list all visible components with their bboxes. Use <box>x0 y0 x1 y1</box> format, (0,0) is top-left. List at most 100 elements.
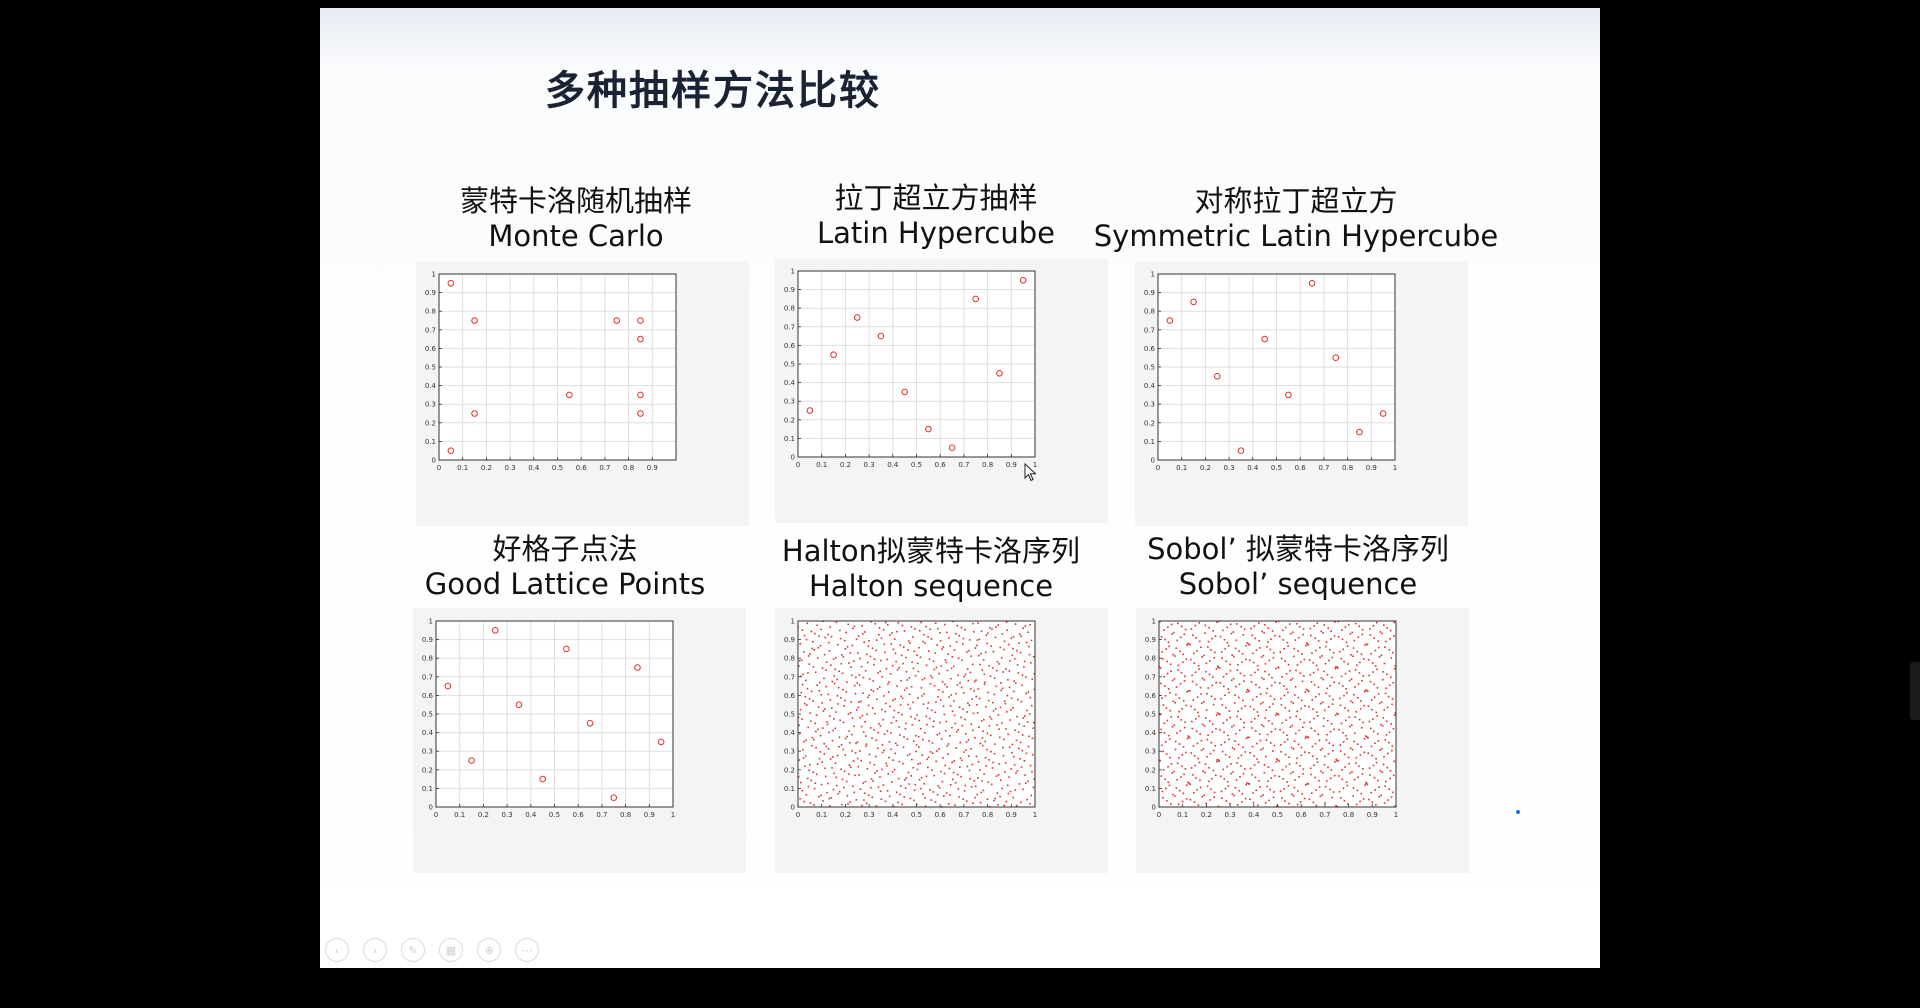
data-point <box>1281 797 1283 799</box>
data-point <box>1321 655 1323 657</box>
prev-slide-button[interactable]: ‹ <box>325 938 349 962</box>
data-point <box>960 775 962 778</box>
data-point <box>1225 660 1227 663</box>
data-point <box>1202 770 1204 772</box>
data-point <box>907 649 909 651</box>
data-point <box>999 646 1002 649</box>
data-point <box>1388 741 1390 744</box>
y-tick-label: 0.7 <box>784 673 795 681</box>
data-point <box>980 720 983 722</box>
data-point <box>805 793 808 796</box>
data-point <box>1023 760 1026 762</box>
data-point <box>841 654 843 656</box>
data-point <box>1241 653 1244 655</box>
data-point <box>1310 727 1313 729</box>
data-point <box>968 755 970 758</box>
data-point <box>884 651 886 654</box>
data-point <box>1270 684 1273 687</box>
data-point <box>911 636 914 638</box>
data-point <box>892 759 894 762</box>
all-slides-button[interactable]: ▦ <box>439 938 463 962</box>
data-point <box>1342 731 1344 734</box>
data-point <box>928 658 931 661</box>
data-point <box>823 677 825 680</box>
data-point <box>928 717 931 720</box>
data-point <box>1176 639 1179 642</box>
data-point <box>857 765 860 768</box>
data-point <box>842 688 844 691</box>
data-point <box>936 644 938 646</box>
y-tick-label: 0.3 <box>784 398 795 406</box>
next-slide-button[interactable]: › <box>363 938 387 962</box>
data-point <box>1341 638 1344 641</box>
x-tick-label: 0.2 <box>1201 811 1212 819</box>
data-point <box>1183 726 1186 729</box>
data-point <box>931 752 934 754</box>
data-point <box>851 733 853 736</box>
data-point <box>1357 697 1359 699</box>
data-point <box>1198 640 1201 643</box>
plot-canvas: 0 0.1 0.2 0.3 0.4 0.5 0.6 0.7 0.8 0.9 100.10.20.30… <box>1145 618 1398 820</box>
data-point <box>891 664 894 667</box>
data-point <box>905 656 907 659</box>
data-point <box>1336 666 1339 668</box>
data-point <box>814 632 816 635</box>
data-point <box>1190 628 1193 630</box>
data-point <box>846 735 848 738</box>
pen-button[interactable]: ✎ <box>401 938 425 962</box>
data-point <box>1270 638 1272 640</box>
data-point <box>1345 781 1348 783</box>
data-point <box>1210 649 1212 651</box>
data-point <box>877 633 880 636</box>
data-point <box>1338 728 1340 731</box>
data-point <box>1330 630 1332 632</box>
data-point <box>877 786 880 788</box>
panel-title-en: Latin Hypercube <box>816 216 1056 250</box>
data-point <box>1178 743 1181 745</box>
data-point <box>1302 773 1304 775</box>
side-panel-handle[interactable] <box>1910 662 1920 720</box>
data-point <box>1174 748 1177 751</box>
zoom-button[interactable]: ⊕ <box>477 938 501 962</box>
data-point <box>1163 629 1165 631</box>
data-point <box>838 670 840 673</box>
data-point <box>1377 640 1379 642</box>
data-point <box>1020 801 1022 804</box>
data-point <box>947 653 950 655</box>
data-point <box>984 651 987 654</box>
data-point <box>865 735 867 737</box>
data-point <box>1383 802 1386 804</box>
data-point <box>1163 732 1166 734</box>
data-point <box>1381 771 1384 774</box>
data-point <box>1208 626 1211 629</box>
data-point <box>1014 729 1016 732</box>
data-point <box>989 627 991 629</box>
data-point <box>880 798 883 801</box>
data-point <box>1344 707 1346 709</box>
data-point <box>954 804 956 807</box>
data-point <box>1024 625 1027 627</box>
data-point <box>1313 730 1316 732</box>
data-point <box>1301 726 1304 729</box>
data-point <box>1009 719 1012 721</box>
data-point <box>1348 716 1351 719</box>
data-point <box>1292 771 1294 773</box>
panel-title-en: Good Lattice Points <box>424 567 706 601</box>
data-point <box>930 709 933 712</box>
data-point <box>1340 722 1343 725</box>
data-point <box>863 799 865 801</box>
data-point <box>864 669 867 672</box>
more-options-button[interactable]: ⋯ <box>515 938 539 962</box>
data-point <box>1204 632 1206 634</box>
data-point <box>1234 740 1236 742</box>
data-point <box>1244 751 1247 753</box>
data-point <box>1161 697 1163 699</box>
data-point <box>996 669 998 672</box>
data-point <box>1224 648 1226 650</box>
data-point <box>802 757 805 759</box>
data-point <box>1309 767 1312 770</box>
data-point <box>1287 691 1289 694</box>
data-point <box>892 648 895 651</box>
zoom-icon: ⊕ <box>484 943 494 957</box>
data-point <box>1334 667 1337 670</box>
